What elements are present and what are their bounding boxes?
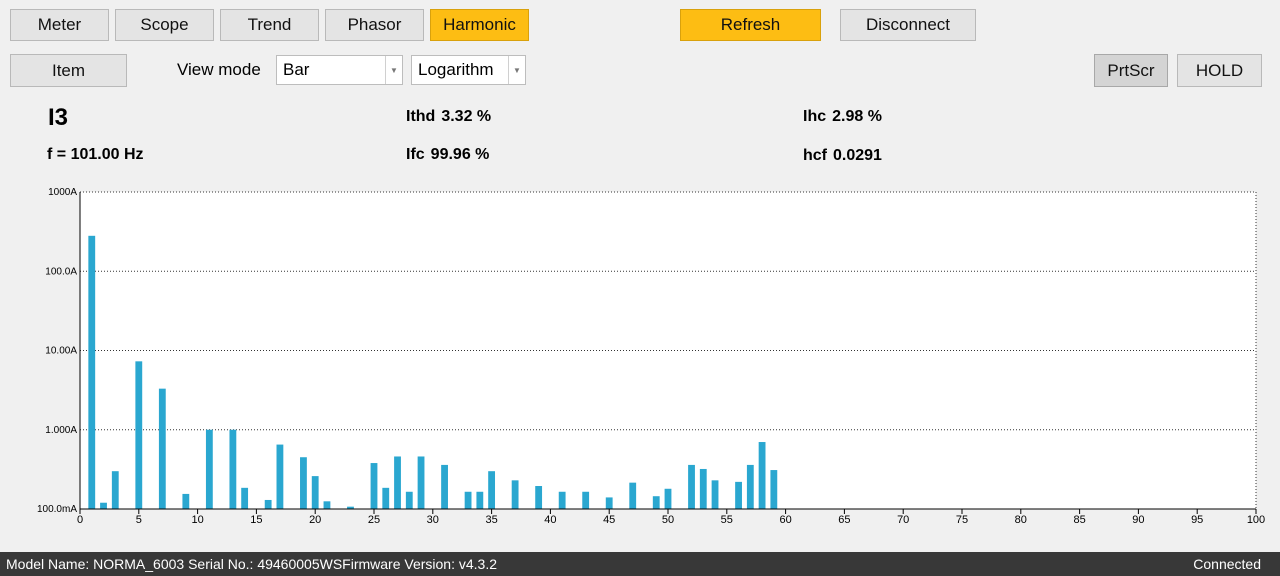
view-mode-select[interactable]: Bar ▼ bbox=[276, 55, 403, 85]
harmonic-bar bbox=[711, 480, 719, 509]
x-tick-label: 95 bbox=[1191, 514, 1203, 526]
harmonic-bar bbox=[582, 491, 590, 509]
harmonic-bar bbox=[605, 497, 613, 509]
ifc-value: 99.96 % bbox=[430, 146, 490, 163]
ifc-readout: Ifc 99.96 % bbox=[406, 146, 489, 164]
y-tick-label: 100.0A bbox=[45, 266, 77, 277]
harmonic-bar bbox=[488, 471, 496, 509]
harmonic-bar bbox=[370, 463, 378, 509]
harmonic-bar bbox=[464, 491, 472, 509]
y-tick-label: 10.00A bbox=[45, 346, 77, 357]
prtscr-button[interactable]: PrtScr bbox=[1094, 54, 1168, 87]
harmonic-bar bbox=[100, 502, 107, 509]
x-tick-label: 30 bbox=[427, 514, 439, 526]
x-tick-label: 40 bbox=[544, 514, 556, 526]
y-tick-label: 100.0mA bbox=[37, 504, 77, 515]
tab-phasor[interactable]: Phasor bbox=[325, 9, 424, 41]
harmonic-bar bbox=[746, 464, 754, 509]
harmonic-bar bbox=[88, 235, 96, 509]
x-tick-label: 90 bbox=[1132, 514, 1144, 526]
hcf-readout: hcf 0.0291 bbox=[803, 147, 882, 165]
chevron-down-icon[interactable]: ▼ bbox=[385, 56, 402, 84]
harmonic-bar bbox=[699, 468, 707, 509]
ihc-value: 2.98 % bbox=[832, 108, 882, 125]
channel-label: I3 bbox=[48, 104, 69, 131]
scale-value: Logarithm bbox=[418, 60, 494, 79]
harmonic-bar bbox=[229, 429, 237, 509]
item-button[interactable]: Item bbox=[10, 54, 127, 87]
x-tick-label: 15 bbox=[250, 514, 262, 526]
frequency-readout: f = 101.00 Hz bbox=[47, 146, 144, 163]
harmonic-bar bbox=[652, 496, 660, 509]
chevron-down-icon[interactable]: ▼ bbox=[508, 56, 525, 84]
harmonic-bar bbox=[311, 476, 319, 509]
ithd-readout: Ithd 3.32 % bbox=[406, 108, 491, 126]
scale-select[interactable]: Logarithm ▼ bbox=[411, 55, 526, 85]
hold-button[interactable]: HOLD bbox=[1177, 54, 1262, 87]
tab-scope[interactable]: Scope bbox=[115, 9, 214, 41]
device-info: Model Name: NORMA_6003 Serial No.: 49460… bbox=[6, 556, 497, 572]
x-tick-label: 75 bbox=[956, 514, 968, 526]
harmonic-bar bbox=[382, 487, 390, 509]
harmonic-bar bbox=[511, 480, 519, 509]
connection-status: Connected bbox=[1193, 556, 1261, 572]
x-tick-label: 60 bbox=[779, 514, 791, 526]
harmonic-bar bbox=[182, 493, 190, 509]
x-tick-label: 25 bbox=[368, 514, 380, 526]
hcf-label: hcf bbox=[803, 147, 827, 164]
x-tick-label: 35 bbox=[485, 514, 497, 526]
y-tick-label: 1000A bbox=[48, 187, 77, 198]
harmonic-bar bbox=[664, 488, 672, 509]
view-mode-label: View mode bbox=[177, 60, 261, 79]
harmonic-bar bbox=[441, 464, 448, 509]
x-tick-label: 50 bbox=[662, 514, 674, 526]
harmonic-bar bbox=[535, 486, 543, 509]
harmonic-bar bbox=[241, 487, 249, 509]
x-tick-label: 85 bbox=[1073, 514, 1085, 526]
x-tick-label: 55 bbox=[721, 514, 733, 526]
disconnect-button[interactable]: Disconnect bbox=[840, 9, 976, 41]
x-tick-label: 70 bbox=[897, 514, 909, 526]
harmonic-bar bbox=[558, 491, 566, 509]
x-tick-label: 45 bbox=[603, 514, 615, 526]
tab-meter[interactable]: Meter bbox=[10, 9, 109, 41]
ithd-label: Ithd bbox=[406, 108, 436, 125]
view-mode-value: Bar bbox=[283, 60, 310, 79]
hcf-value: 0.0291 bbox=[833, 147, 882, 164]
tab-trend[interactable]: Trend bbox=[220, 9, 319, 41]
harmonic-bar bbox=[300, 457, 307, 509]
harmonic-bar bbox=[417, 456, 425, 509]
tab-harmonic[interactable]: Harmonic bbox=[430, 9, 529, 41]
ithd-value: 3.32 % bbox=[441, 108, 492, 125]
ihc-label: Ihc bbox=[803, 108, 827, 125]
harmonic-bar bbox=[111, 471, 119, 509]
x-tick-label: 0 bbox=[77, 514, 83, 526]
harmonic-bar bbox=[276, 444, 284, 509]
harmonic-bar bbox=[476, 491, 484, 509]
refresh-button[interactable]: Refresh bbox=[680, 9, 821, 41]
x-tick-label: 10 bbox=[191, 514, 203, 526]
x-tick-label: 5 bbox=[136, 514, 142, 526]
harmonic-bar bbox=[323, 501, 331, 509]
x-tick-label: 20 bbox=[309, 514, 321, 526]
y-tick-label: 1.000A bbox=[45, 425, 77, 436]
harmonic-bar bbox=[205, 429, 213, 509]
status-bar: Model Name: NORMA_6003 Serial No.: 49460… bbox=[0, 552, 1280, 576]
x-tick-label: 100 bbox=[1247, 514, 1265, 526]
ihc-readout: Ihc 2.98 % bbox=[803, 108, 882, 126]
harmonic-bar-chart: 1000A 100.0A 10.00A 1.000A 100.0mA0 5 10 15 20 25… bbox=[37, 187, 1265, 526]
harmonic-bar bbox=[688, 464, 695, 509]
harmonic-bar bbox=[394, 456, 401, 509]
harmonic-bar bbox=[264, 499, 272, 509]
x-tick-label: 80 bbox=[1015, 514, 1027, 526]
harmonic-bar bbox=[158, 388, 166, 509]
harmonic-bar bbox=[629, 482, 637, 509]
harmonic-bar bbox=[405, 491, 413, 509]
x-tick-label: 65 bbox=[838, 514, 850, 526]
harmonic-bar bbox=[758, 442, 766, 509]
harmonic-bar bbox=[735, 481, 742, 509]
harmonic-bar bbox=[135, 361, 143, 509]
ifc-label: Ifc bbox=[406, 146, 425, 163]
harmonic-bar bbox=[770, 470, 778, 509]
